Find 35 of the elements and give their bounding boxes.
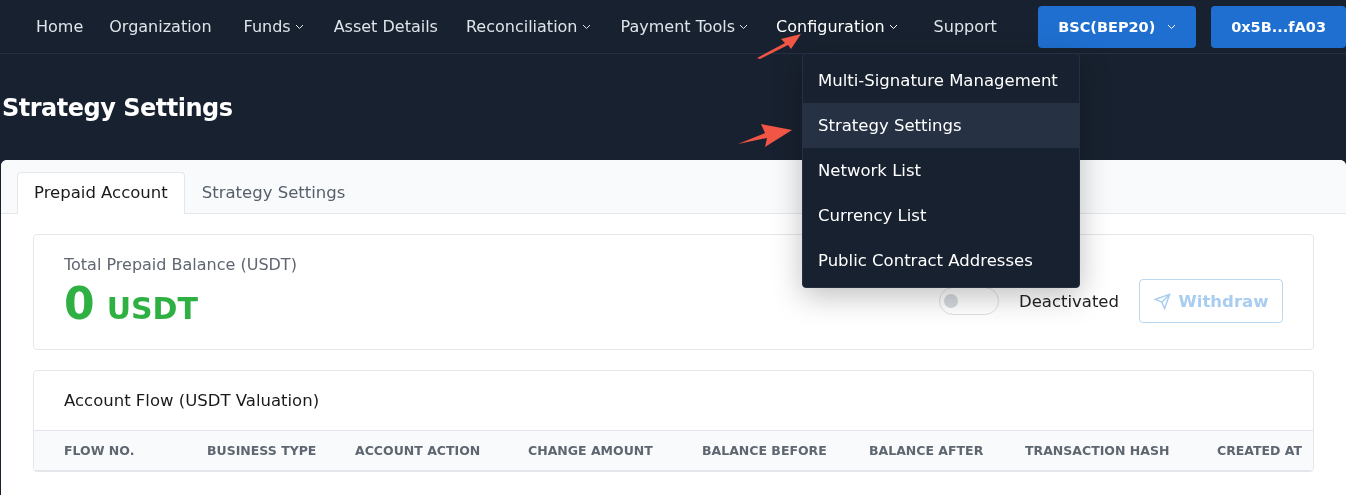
tab[interactable]: Prepaid Account — [17, 172, 185, 214]
arrow-icon — [755, 33, 803, 59]
menu-item[interactable]: Network List — [803, 148, 1079, 193]
column-header: TRANSACTION HASH — [1025, 443, 1171, 458]
column-header: ACCOUNT ACTION — [355, 443, 482, 458]
wallet-button[interactable]: 0x5B...fA03 — [1211, 5, 1346, 48]
column-header: CHANGE AMOUNT — [528, 443, 654, 458]
column-header: BALANCE BEFORE — [702, 443, 828, 458]
column-header: BALANCE AFTER — [869, 443, 985, 458]
column-header: BUSINESS TYPE — [207, 443, 318, 458]
menu-item[interactable]: Public Contract Addresses — [803, 238, 1079, 283]
tab[interactable]: Strategy Settings — [184, 172, 363, 214]
menu-item[interactable]: Multi-Signature Management — [803, 58, 1079, 103]
nav-link[interactable]: Home — [36, 17, 84, 36]
column-header: CREATED AT — [1217, 443, 1304, 458]
nav-link[interactable]: Reconciliation — [465, 17, 591, 36]
nav-link[interactable]: Payment Tools — [620, 17, 749, 36]
balance-amount: 0 — [64, 278, 95, 329]
menu-item[interactable]: Strategy Settings — [803, 103, 1079, 148]
page-title: Strategy Settings — [1, 93, 233, 124]
column-header: FLOW NO. — [64, 443, 136, 458]
nav-link[interactable]: Configuration — [776, 17, 898, 36]
menu-item[interactable]: Currency List — [803, 193, 1079, 238]
caret-icon — [1167, 23, 1177, 30]
nav-link[interactable]: Funds — [243, 17, 304, 36]
send-icon — [1153, 292, 1171, 310]
toggle-label: Deactivated — [1018, 291, 1119, 311]
arrow-icon — [737, 122, 793, 148]
nav-link[interactable]: Support — [933, 17, 997, 36]
balance-label: Total Prepaid Balance (USDT) — [64, 255, 297, 274]
nav-link[interactable]: Organization — [109, 17, 212, 36]
balance-unit: USDT — [106, 291, 198, 326]
nav-link[interactable]: Asset Details — [333, 17, 438, 36]
toggle-switch[interactable] — [938, 287, 999, 315]
network-button[interactable]: BSC(BEP20) — [1038, 5, 1197, 48]
